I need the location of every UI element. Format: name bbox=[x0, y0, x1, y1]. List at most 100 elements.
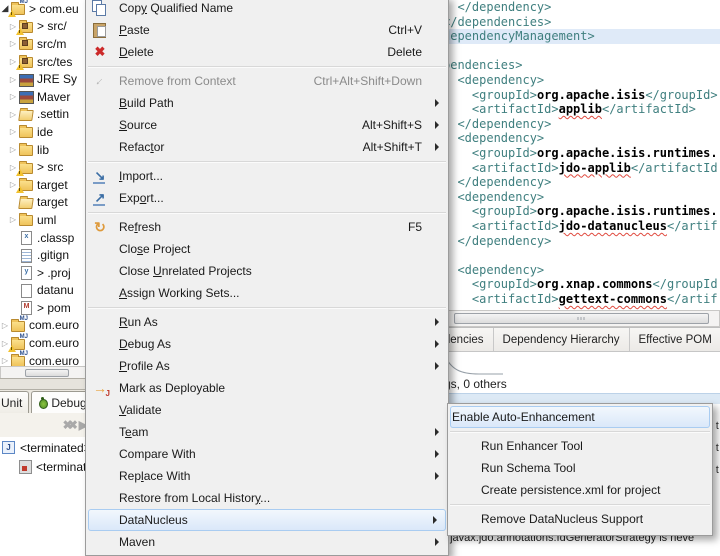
menu-item-label: Paste bbox=[119, 23, 150, 37]
scrollbar-thumb[interactable] bbox=[25, 369, 69, 377]
menu-item-close-project[interactable]: Close Project bbox=[86, 238, 448, 260]
tree-item-label: > src/ bbox=[37, 19, 67, 33]
expand-arrow-icon[interactable]: ▷ bbox=[8, 92, 18, 101]
menu-item-compare-with[interactable]: Compare With bbox=[86, 443, 448, 465]
tree-item-proj[interactable]: y> .proj bbox=[0, 264, 92, 282]
expand-arrow-icon[interactable]: ▷ bbox=[8, 127, 18, 136]
expand-arrow-icon[interactable]: ▷ bbox=[8, 145, 18, 154]
code-line: </dependency> bbox=[443, 175, 720, 190]
tree-item-lib[interactable]: ▷lib bbox=[0, 141, 92, 159]
tree-item-com-eu[interactable]: ◢MJ> com.eu bbox=[0, 0, 92, 18]
menu-item-run-enhancer-tool[interactable]: Run Enhancer Tool bbox=[448, 435, 712, 457]
menu-item-label: Restore from Local History... bbox=[119, 491, 270, 505]
warning-overlay-icon bbox=[16, 28, 24, 35]
launch-tree: J<terminated><terminat bbox=[0, 438, 92, 544]
launch-item[interactable]: <terminat bbox=[0, 457, 92, 476]
datanucleus-submenu: Enable Auto-Enhancement Run Enhancer Tool… bbox=[447, 403, 713, 536]
tree-item-classp[interactable]: x.classp bbox=[0, 229, 92, 247]
menu-item-run-as[interactable]: Run As bbox=[86, 311, 448, 333]
remove-all-terminated-icon[interactable]: ✖✖ bbox=[63, 418, 73, 432]
menu-item-label: Export... bbox=[119, 191, 164, 205]
pom-tab-dependencies[interactable]: Dependencies bbox=[443, 328, 494, 351]
maven-java-project-icon: MJ bbox=[10, 354, 26, 366]
menu-item-label: Build Path bbox=[119, 96, 174, 110]
tree-item-label: > pom bbox=[37, 301, 71, 315]
menu-item-replace-with[interactable]: Replace With bbox=[86, 465, 448, 487]
menu-item-enable-auto-enhancement[interactable]: Enable Auto-Enhancement bbox=[450, 406, 710, 428]
xml-editor[interactable]: </dependency></dependencies>dependencyMa… bbox=[443, 0, 720, 310]
file-y-icon: y bbox=[18, 266, 34, 279]
view-tab-debug[interactable]: Debug bbox=[31, 391, 92, 413]
tree-item-com-euro[interactable]: ▷MJcom.euro bbox=[0, 352, 92, 366]
tree-item-src-m[interactable]: ▷src/m bbox=[0, 35, 92, 53]
menu-item-close-unrelated-projects[interactable]: Close Unrelated Projects bbox=[86, 260, 448, 282]
tree-item-settin[interactable]: ▷.settin bbox=[0, 106, 92, 124]
code-line: <artifactId>gettext-commons</artif bbox=[443, 292, 720, 307]
tree-item-src[interactable]: ▷> src bbox=[0, 158, 92, 176]
tree-item-uml[interactable]: ▷uml bbox=[0, 211, 92, 229]
tree-item-jre-sy[interactable]: ▷JRE Sy bbox=[0, 70, 92, 88]
scrollbar-thumb[interactable] bbox=[454, 313, 709, 324]
menu-item-label: Refactor bbox=[119, 140, 164, 154]
launch-item[interactable]: J<terminated> bbox=[0, 438, 92, 457]
bottom-left-view-tabs: UnitDebug bbox=[0, 390, 92, 413]
warning-overlay-icon bbox=[8, 345, 16, 352]
tree-item-src-tes[interactable]: ▷src/tes bbox=[0, 53, 92, 71]
pom-tab-effective-pom[interactable]: Effective POM bbox=[630, 328, 720, 351]
menu-item-source[interactable]: SourceAlt+Shift+S bbox=[86, 114, 448, 136]
menu-item-paste[interactable]: PasteCtrl+V bbox=[86, 19, 448, 41]
menu-item-maven[interactable]: Maven bbox=[86, 531, 448, 553]
menu-item-build-path[interactable]: Build Path bbox=[86, 92, 448, 114]
maven-java-project-icon: MJ bbox=[10, 319, 26, 332]
menu-item-remove-datanucleus-support[interactable]: Remove DataNucleus Support bbox=[448, 508, 712, 530]
menu-item-delete[interactable]: ✖DeleteDelete bbox=[86, 41, 448, 63]
tree-item-com-euro[interactable]: ▷MJcom.euro bbox=[0, 317, 92, 335]
menu-item-refresh[interactable]: ↻RefreshF5 bbox=[86, 216, 448, 238]
tree-item-gitign[interactable]: .gitign bbox=[0, 246, 92, 264]
expand-arrow-icon[interactable]: ▷ bbox=[8, 215, 18, 224]
code-line: <dependency> bbox=[443, 190, 720, 205]
package-folder-icon bbox=[18, 20, 34, 33]
menu-item-label: Enable Auto-Enhancement bbox=[452, 410, 595, 424]
package-folder-icon bbox=[18, 37, 34, 50]
tree-item-maver[interactable]: ▷Maver bbox=[0, 88, 92, 106]
editor-hscrollbar[interactable] bbox=[443, 310, 720, 327]
expand-arrow-icon[interactable]: ▷ bbox=[8, 39, 18, 48]
tree-item-ide[interactable]: ▷ide bbox=[0, 123, 92, 141]
bottom-left-toolbar: ✖✖▶ bbox=[0, 413, 92, 437]
folder-icon bbox=[18, 125, 34, 138]
menu-item-label: Close Project bbox=[119, 242, 190, 256]
menu-item-datanucleus[interactable]: DataNucleus bbox=[88, 509, 446, 531]
expand-arrow-icon[interactable]: ▷ bbox=[8, 110, 18, 119]
menu-separator bbox=[86, 158, 448, 165]
expand-arrow-icon[interactable]: ▷ bbox=[8, 75, 18, 84]
expand-arrow-icon[interactable]: ▷ bbox=[0, 356, 10, 365]
view-tab-unit[interactable]: Unit bbox=[0, 391, 29, 413]
tree-item-pom[interactable]: M> pom bbox=[0, 299, 92, 317]
tree-item-src[interactable]: ▷> src/ bbox=[0, 18, 92, 36]
pom-editor-tabs: DependenciesDependency HierarchyEffectiv… bbox=[443, 327, 720, 352]
expand-arrow-icon[interactable]: ▷ bbox=[0, 321, 10, 330]
pom-tab-dependency-hierarchy[interactable]: Dependency Hierarchy bbox=[494, 328, 630, 351]
menu-item-restore-from-local-history[interactable]: Restore from Local History... bbox=[86, 487, 448, 509]
menu-item-profile-as[interactable]: Profile As bbox=[86, 355, 448, 377]
menu-item-copy-qualified-name[interactable]: Copy Qualified Name bbox=[86, 0, 448, 19]
menu-item-mark-as-deployable[interactable]: →Mark as Deployable bbox=[86, 377, 448, 399]
tree-item-target[interactable]: target bbox=[0, 194, 92, 212]
menu-item-run-schema-tool[interactable]: Run Schema Tool bbox=[448, 457, 712, 479]
view-tab-curve bbox=[443, 352, 503, 376]
menu-item-export[interactable]: ↗Export... bbox=[86, 187, 448, 209]
menu-separator bbox=[448, 428, 712, 435]
horizontal-sash[interactable] bbox=[0, 378, 92, 390]
menu-item-validate[interactable]: Validate bbox=[86, 399, 448, 421]
menu-item-debug-as[interactable]: Debug As bbox=[86, 333, 448, 355]
menu-item-refactor[interactable]: RefactorAlt+Shift+T bbox=[86, 136, 448, 158]
menu-item-assign-working-sets[interactable]: Assign Working Sets... bbox=[86, 282, 448, 304]
menu-item-label: Run As bbox=[119, 315, 158, 329]
menu-item-team[interactable]: Team bbox=[86, 421, 448, 443]
tree-item-com-euro[interactable]: ▷MJcom.euro bbox=[0, 334, 92, 352]
menu-item-import[interactable]: ↘Import... bbox=[86, 165, 448, 187]
tree-item-target[interactable]: ▷target bbox=[0, 176, 92, 194]
tree-item-datanu[interactable]: datanu bbox=[0, 282, 92, 300]
menu-item-create-persistence-xml-for-project[interactable]: Create persistence.xml for project bbox=[448, 479, 712, 501]
